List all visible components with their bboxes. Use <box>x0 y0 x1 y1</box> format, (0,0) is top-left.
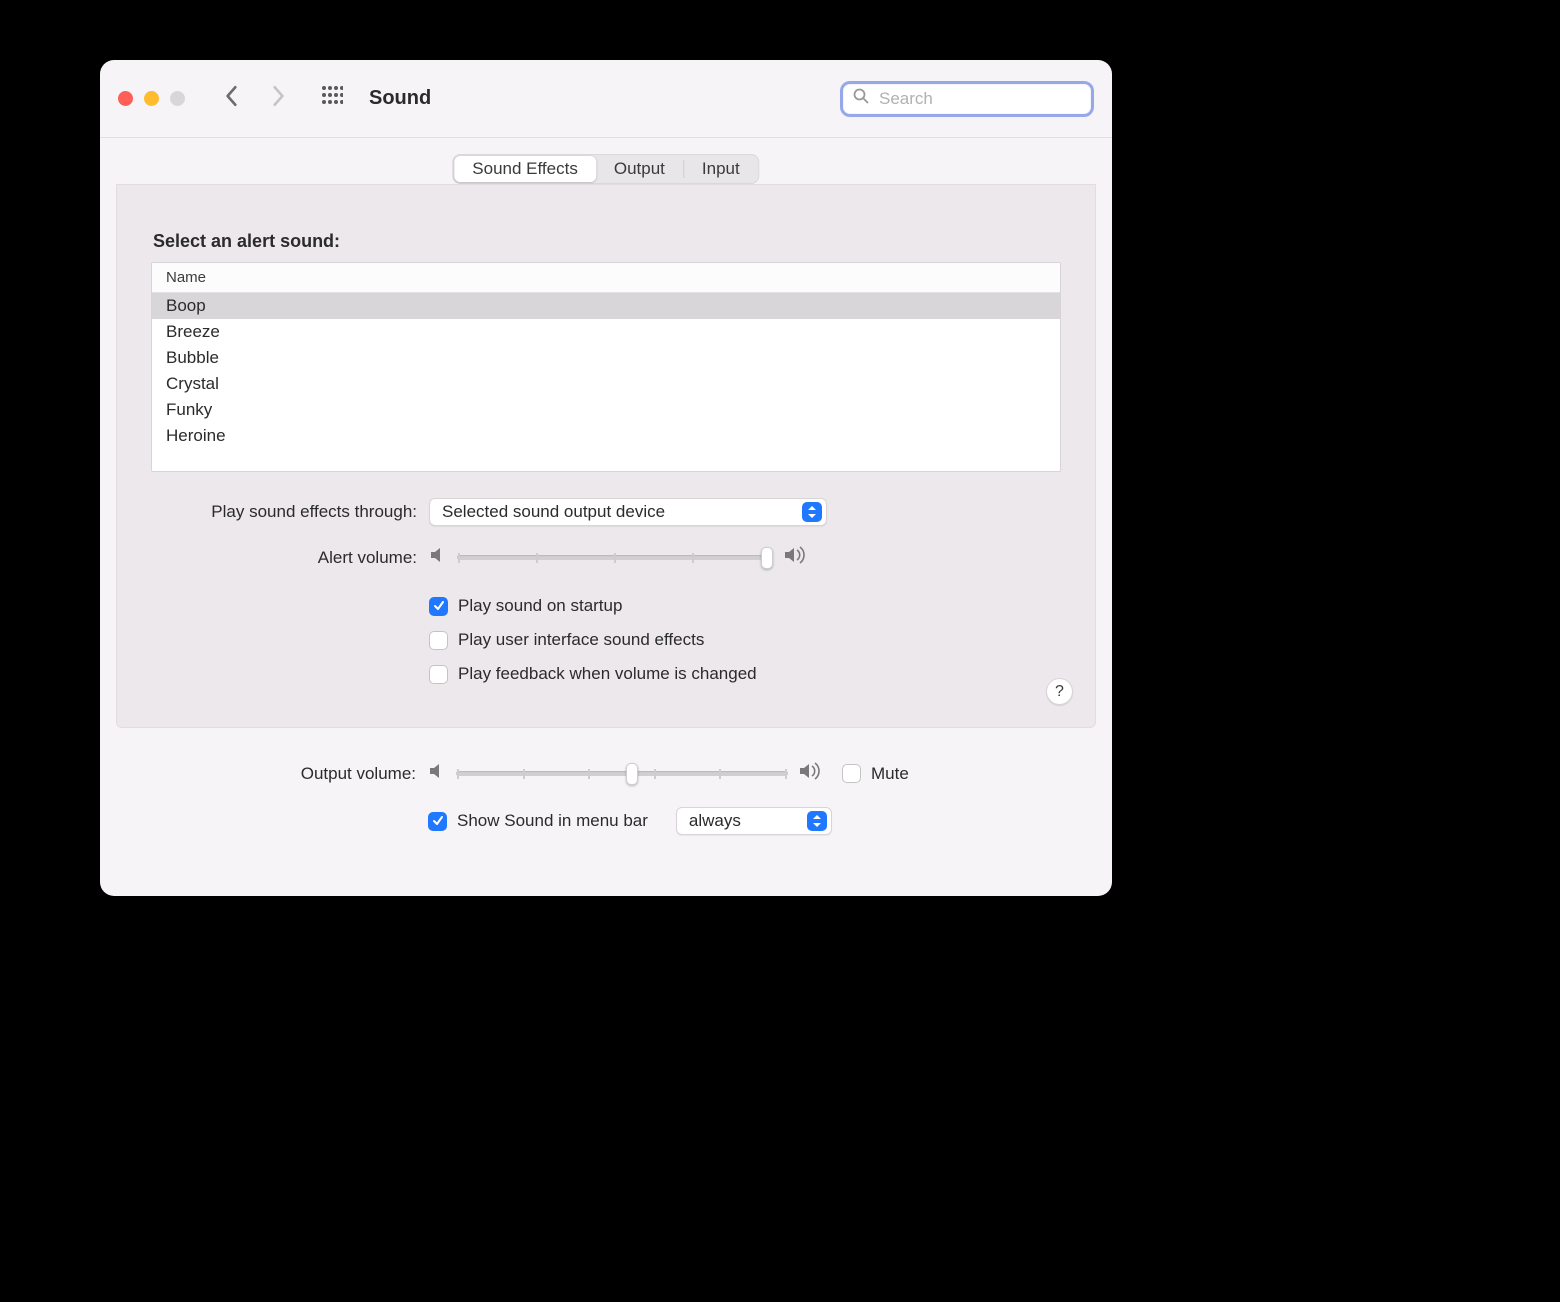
feedback-checkbox[interactable] <box>429 665 448 684</box>
tab-sound-effects[interactable]: Sound Effects <box>454 156 596 182</box>
play-through-label: Play sound effects through: <box>151 502 429 522</box>
search-input[interactable] <box>877 88 1102 110</box>
sound-effects-panel: Select an alert sound: Name BoopBreezeBu… <box>116 184 1096 728</box>
mute-label: Mute <box>871 764 909 784</box>
zoom-window-button[interactable] <box>170 91 185 106</box>
feedback-label: Play feedback when volume is changed <box>458 664 757 684</box>
minimize-window-button[interactable] <box>144 91 159 106</box>
volume-high-icon <box>798 762 822 785</box>
tab-output[interactable]: Output <box>596 156 683 182</box>
titlebar: Sound <box>100 60 1112 138</box>
volume-low-icon <box>429 546 447 569</box>
output-volume-label: Output volume: <box>150 764 428 784</box>
mute-checkbox[interactable] <box>842 764 861 783</box>
play-startup-checkbox[interactable] <box>429 597 448 616</box>
play-startup-label: Play sound on startup <box>458 596 622 616</box>
select-stepper-icon <box>802 502 822 522</box>
alert-volume-label: Alert volume: <box>151 548 429 568</box>
output-section: Output volume: <box>100 762 1112 865</box>
sound-preferences-window: Sound Sound Effects Output Input <box>100 60 1112 896</box>
menubar-when-select[interactable]: always <box>676 807 832 835</box>
show-in-menubar-label: Show Sound in menu bar <box>457 811 648 831</box>
output-volume-slider[interactable] <box>456 765 788 783</box>
alert-volume-slider[interactable] <box>457 549 773 567</box>
alert-sound-row[interactable]: Boop <box>152 293 1060 319</box>
alert-sound-row[interactable]: Crystal <box>152 371 1060 397</box>
tab-input[interactable]: Input <box>684 156 758 182</box>
ui-sounds-label: Play user interface sound effects <box>458 630 704 650</box>
alert-sound-row[interactable]: Funky <box>152 397 1060 423</box>
search-field[interactable] <box>840 81 1094 117</box>
show-all-icon[interactable] <box>321 85 343 112</box>
help-button[interactable]: ? <box>1046 678 1073 705</box>
alert-sound-row[interactable]: Bubble <box>152 345 1060 371</box>
window-controls <box>118 91 185 106</box>
forward-button[interactable] <box>269 85 287 112</box>
list-column-name[interactable]: Name <box>152 263 1060 293</box>
alert-sound-row[interactable]: Heroine <box>152 423 1060 449</box>
play-through-select[interactable]: Selected sound output device <box>429 498 827 526</box>
menubar-when-value: always <box>689 811 741 831</box>
play-through-value: Selected sound output device <box>442 502 665 522</box>
nav-controls <box>223 85 287 112</box>
volume-low-icon <box>428 762 446 785</box>
back-button[interactable] <box>223 85 241 112</box>
select-stepper-icon <box>807 811 827 831</box>
ui-sounds-checkbox[interactable] <box>429 631 448 650</box>
volume-high-icon <box>783 546 807 569</box>
alert-sound-list[interactable]: Name BoopBreezeBubbleCrystalFunkyHeroine <box>151 262 1061 472</box>
window-title: Sound <box>369 87 431 110</box>
search-icon <box>853 88 869 109</box>
show-in-menubar-checkbox[interactable] <box>428 812 447 831</box>
close-window-button[interactable] <box>118 91 133 106</box>
alert-sound-heading: Select an alert sound: <box>153 231 1061 252</box>
alert-sound-row[interactable]: Breeze <box>152 319 1060 345</box>
